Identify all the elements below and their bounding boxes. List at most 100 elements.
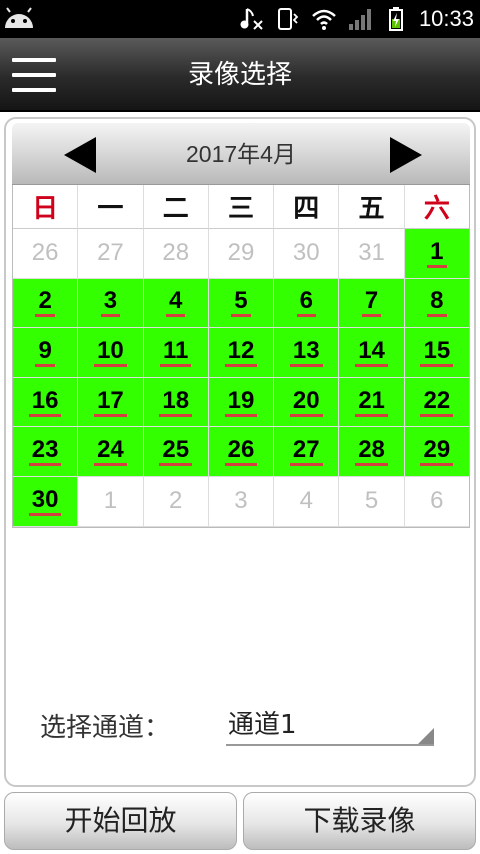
channel-label: 选择通道：	[40, 713, 171, 743]
calendar-day-other-month: 30	[274, 229, 340, 279]
calendar-day-recorded[interactable]: 27	[274, 427, 340, 477]
calendar-day-recorded[interactable]: 24	[78, 427, 144, 477]
calendar-day-recorded[interactable]: 17	[78, 377, 144, 428]
day-number: 19	[224, 387, 258, 417]
calendar-day-other-month: 31	[339, 229, 405, 279]
day-number: 10	[94, 337, 127, 367]
calendar-day-recorded[interactable]: 12	[208, 328, 275, 378]
day-number: 28	[355, 437, 388, 467]
calendar-grid: 日一二三四五六 26 27 28 29 30 31 1 2 3 4 5 6 7 8 9 10 11 12 13 14 1…	[12, 185, 470, 528]
day-number: 28	[162, 239, 190, 267]
calendar-day-recorded[interactable]: 10	[78, 328, 144, 378]
page-title: 录像选择	[187, 60, 292, 90]
channel-value: 通道1	[228, 710, 297, 740]
music-muted-icon	[240, 8, 263, 30]
calendar-week-row: 2 3 4 5 6 7 8	[13, 278, 469, 329]
wifi-icon	[312, 9, 336, 30]
calendar-day-recorded[interactable]: 21	[339, 377, 405, 428]
calendar-day-other-month: 2	[143, 476, 209, 527]
calendar-day-recorded[interactable]: 7	[339, 278, 405, 329]
day-number: 8	[427, 288, 447, 318]
day-number: 15	[420, 337, 454, 367]
weekday-label: 六	[404, 185, 469, 229]
calendar-day-recorded[interactable]: 3	[78, 278, 144, 329]
day-number: 25	[159, 437, 193, 467]
signal-icon	[348, 9, 371, 30]
vibrate-icon	[277, 8, 299, 30]
day-number: 23	[28, 437, 62, 467]
calendar-day-other-month: 27	[78, 229, 144, 279]
weekday-label: 一	[78, 185, 144, 229]
weekday-header: 日一二三四五六	[13, 185, 469, 229]
calendar-day-other-month: 3	[208, 476, 275, 527]
calendar-day-recorded[interactable]: 16	[13, 377, 79, 428]
day-number: 11	[160, 337, 192, 367]
day-number: 12	[224, 337, 258, 367]
calendar-weeks: 26 27 28 29 30 31 1 2 3 4 5 6 7 8 9 10 11 12 13 14 15 16 17 18 1…	[13, 229, 469, 527]
day-number: 20	[289, 387, 323, 417]
calendar-day-recorded[interactable]: 4	[143, 278, 209, 329]
day-number: 7	[361, 288, 382, 318]
next-month-icon[interactable]	[390, 137, 422, 173]
start-playback-button[interactable]: 开始回放	[4, 792, 237, 850]
calendar-day-recorded[interactable]: 28	[339, 427, 405, 477]
calendar-day-recorded[interactable]: 25	[143, 427, 209, 477]
day-number: 27	[97, 239, 124, 267]
day-number: 13	[289, 337, 323, 367]
day-number: 26	[31, 239, 59, 267]
day-number: 29	[227, 239, 255, 267]
weekday-label: 二	[143, 185, 209, 229]
calendar-day-recorded[interactable]: 30	[13, 476, 79, 527]
calendar-day-other-month: 1	[78, 476, 144, 527]
day-number: 3	[100, 288, 121, 318]
calendar-day-recorded[interactable]: 26	[208, 427, 275, 477]
dropdown-corner-icon	[418, 728, 434, 744]
day-number: 5	[364, 487, 379, 515]
month-navigation: 2017年4月	[12, 123, 470, 185]
calendar-day-recorded[interactable]: 1	[404, 229, 469, 279]
calendar-day-recorded[interactable]: 13	[274, 328, 340, 378]
day-number: 24	[94, 437, 127, 467]
calendar-day-other-month: 29	[208, 229, 275, 279]
day-number: 4	[166, 288, 186, 318]
weekday-label: 三	[208, 185, 275, 229]
calendar-day-recorded[interactable]: 2	[13, 278, 79, 329]
calendar-day-recorded[interactable]: 11	[143, 328, 209, 378]
main-panel: 2017年4月 日一二三四五六 26 27 28 29 30 31 1 2 3 4 5 6 7 8 9 10 1…	[4, 117, 476, 787]
channel-select[interactable]: 通道1	[226, 694, 434, 746]
calendar-day-recorded[interactable]: 29	[404, 427, 469, 477]
title-bar: 录像选择	[0, 38, 480, 112]
calendar-day-recorded[interactable]: 9	[13, 328, 79, 378]
day-number: 29	[420, 437, 454, 467]
weekday-label: 日	[13, 185, 79, 229]
day-number: 6	[430, 487, 444, 515]
calendar-day-other-month: 26	[13, 229, 79, 279]
day-number: 30	[28, 486, 62, 516]
calendar-day-other-month: 5	[339, 476, 405, 527]
clock-time: 10:33	[418, 6, 474, 31]
day-number: 3	[234, 487, 248, 515]
day-number: 4	[299, 487, 313, 515]
calendar-day-recorded[interactable]: 23	[13, 427, 79, 477]
calendar-day-recorded[interactable]: 15	[404, 328, 469, 378]
calendar-week-row: 16 17 18 19 20 21 22	[13, 377, 469, 428]
calendar-day-recorded[interactable]: 19	[208, 377, 275, 428]
android-icon	[5, 7, 33, 28]
day-number: 30	[292, 239, 320, 267]
calendar-day-recorded[interactable]: 14	[339, 328, 405, 378]
download-recording-button[interactable]: 下载录像	[243, 792, 476, 850]
day-number: 6	[296, 288, 316, 318]
calendar-week-row: 26 27 28 29 30 31 1	[13, 229, 469, 279]
day-number: 2	[169, 487, 183, 515]
day-number: 9	[35, 337, 55, 367]
day-number: 1	[427, 238, 447, 268]
calendar-day-other-month: 6	[404, 477, 469, 527]
day-number: 18	[159, 387, 193, 417]
calendar-day-recorded[interactable]: 6	[274, 278, 340, 329]
calendar-day-recorded[interactable]: 22	[404, 377, 469, 428]
calendar-day-recorded[interactable]: 18	[143, 377, 209, 428]
calendar-day-recorded[interactable]: 5	[208, 278, 275, 329]
weekday-label: 四	[274, 185, 340, 229]
calendar-day-recorded[interactable]: 20	[274, 377, 340, 428]
calendar-day-recorded[interactable]: 8	[404, 278, 469, 329]
